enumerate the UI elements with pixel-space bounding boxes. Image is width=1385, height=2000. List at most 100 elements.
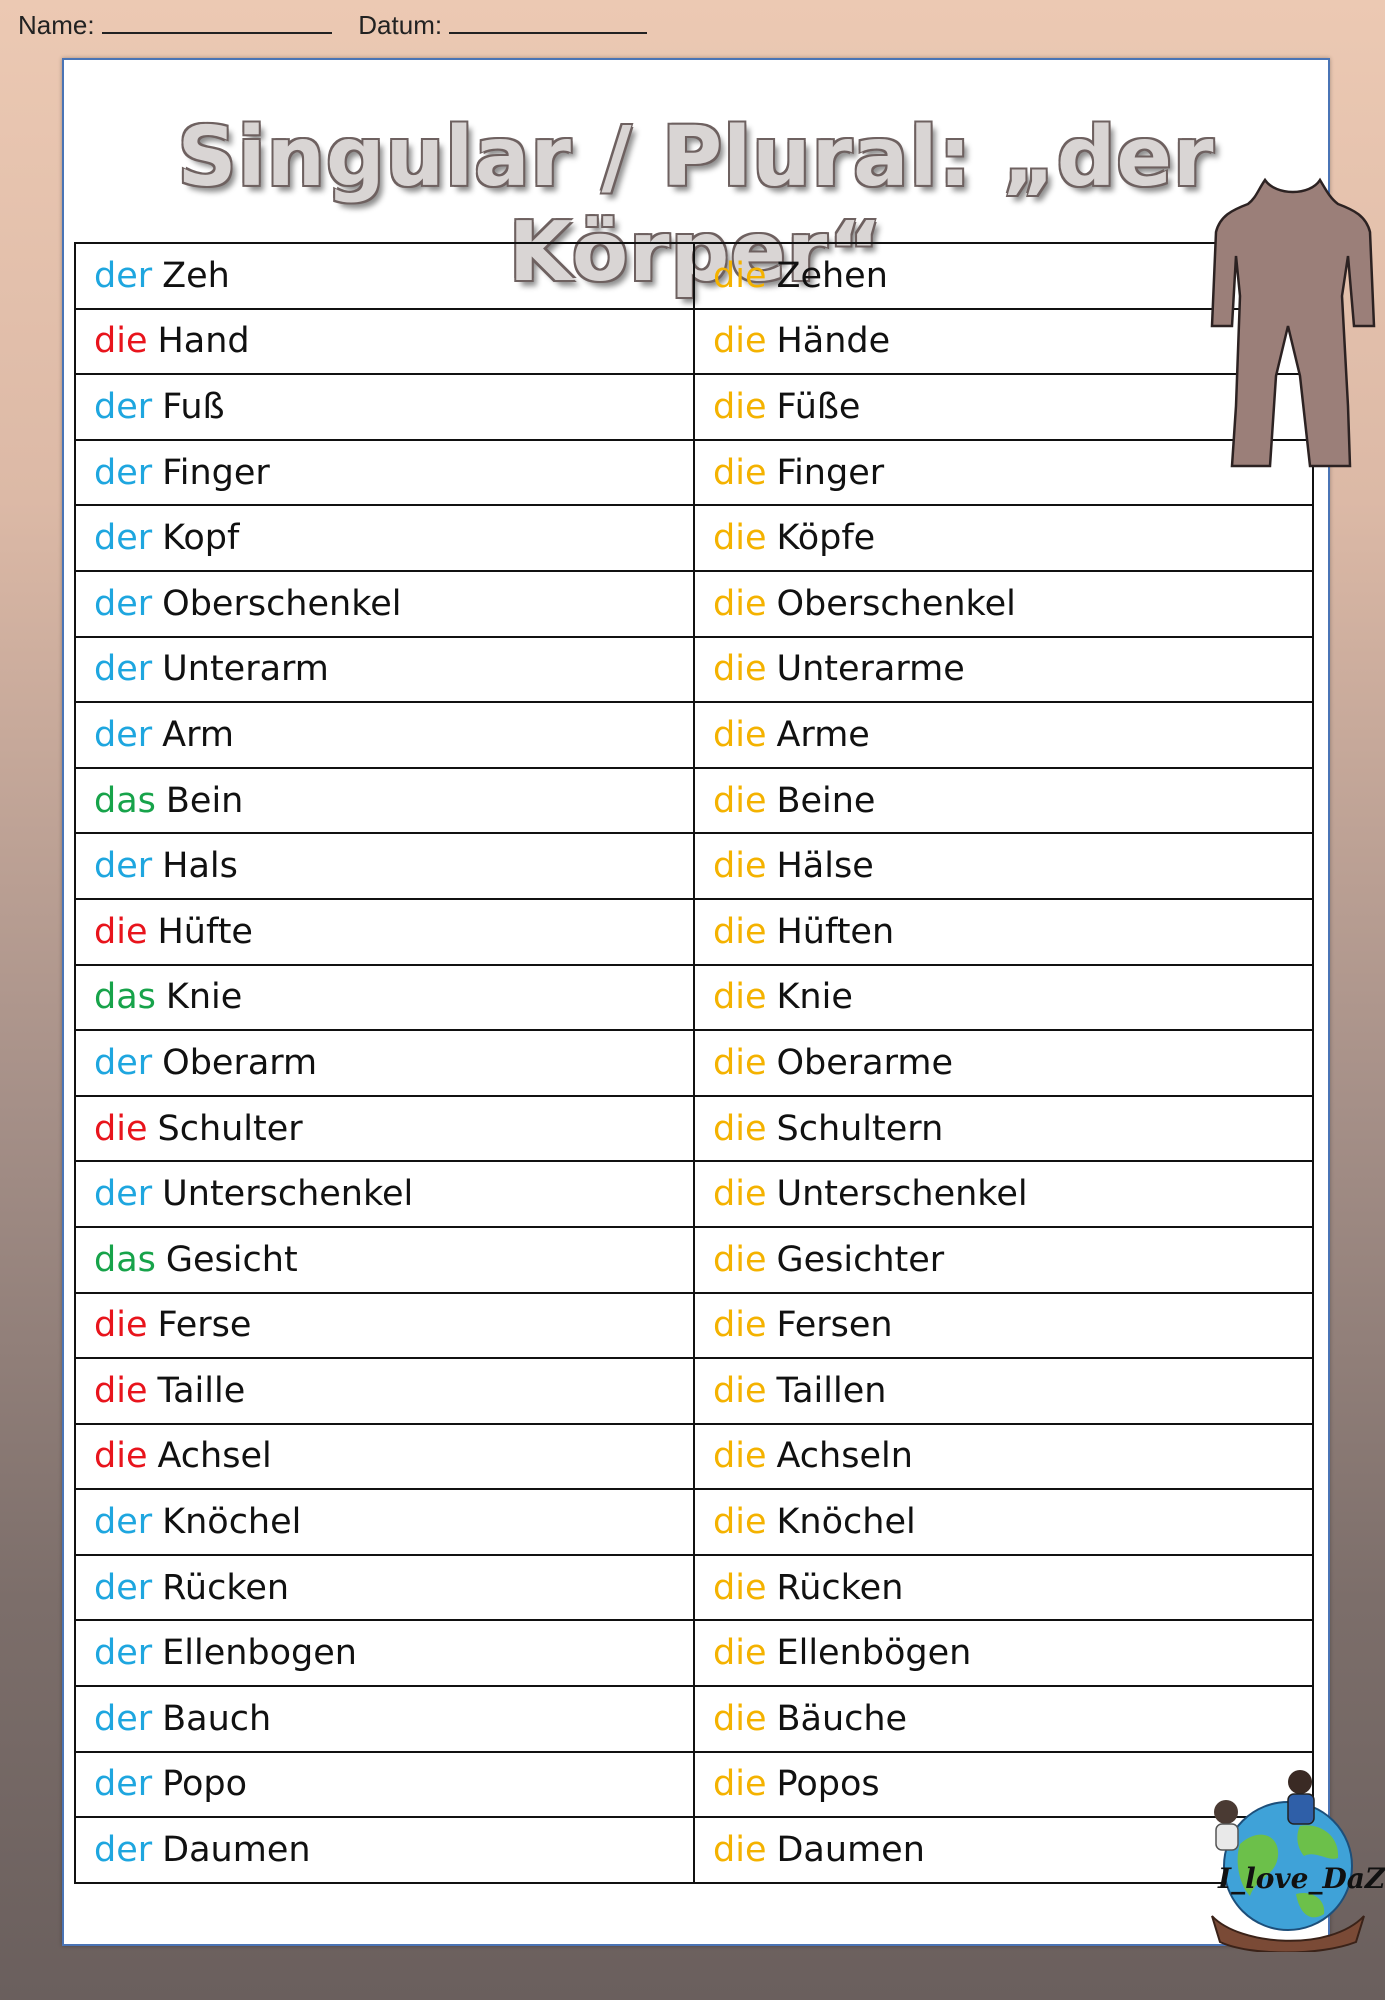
plural-noun: Unterarme <box>776 649 965 690</box>
plural-cell: die Unterarme <box>693 635 1314 704</box>
table-row: die Schulter die Schultern <box>74 1094 1314 1163</box>
plural-noun: Hüften <box>776 911 895 952</box>
singular-article: der <box>94 1633 153 1674</box>
singular-article: die <box>94 1370 148 1411</box>
plural-cell: die Unterschenkel <box>693 1160 1314 1228</box>
singular-article: der <box>94 1174 153 1215</box>
plural-noun: Hälse <box>776 846 874 887</box>
singular-cell: der Hals <box>74 832 695 900</box>
singular-cell: der Oberarm <box>74 1029 695 1097</box>
plural-cell: die Rücken <box>693 1553 1314 1622</box>
plural-cell: die Oberarme <box>693 1029 1314 1097</box>
singular-article: der <box>94 1502 153 1543</box>
singular-article: die <box>94 1108 148 1149</box>
singular-cell: das Gesicht <box>74 1225 695 1294</box>
singular-article: der <box>94 452 153 493</box>
singular-article: der <box>94 714 153 755</box>
singular-noun: Oberarm <box>162 1042 318 1083</box>
plural-article: die <box>713 714 767 755</box>
plural-cell: die Bäuche <box>693 1685 1314 1753</box>
plural-article: die <box>713 1830 767 1871</box>
plural-article: die <box>713 1502 767 1543</box>
plural-noun: Finger <box>776 452 885 493</box>
plural-article: die <box>713 649 767 690</box>
plural-article: die <box>713 1108 767 1149</box>
table-row: der Unterarm die Unterarme <box>74 635 1314 704</box>
plural-article: die <box>713 911 767 952</box>
plural-cell: die Beine <box>693 766 1314 835</box>
plural-noun: Fersen <box>776 1305 893 1346</box>
plural-cell: die Fersen <box>693 1291 1314 1360</box>
plural-cell: die Arme <box>693 701 1314 769</box>
logo-text: I_love_DaZ <box>1218 1862 1385 1895</box>
singular-noun: Hand <box>157 321 250 362</box>
singular-cell: der Unterarm <box>74 635 695 704</box>
singular-cell: der Fuß <box>74 373 695 441</box>
plural-cell: die Knie <box>693 963 1314 1032</box>
table-row: der Kopf die Köpfe <box>74 504 1314 572</box>
singular-noun: Unterarm <box>162 649 329 690</box>
singular-cell: die Taille <box>74 1357 695 1425</box>
plural-noun: Taillen <box>776 1370 887 1411</box>
singular-article: die <box>94 911 148 952</box>
plural-noun: Oberarme <box>776 1042 954 1083</box>
table-row: der Rücken die Rücken <box>74 1553 1314 1622</box>
table-row: der Knöchel die Knöchel <box>74 1488 1314 1556</box>
plural-article: die <box>713 1370 767 1411</box>
plural-article: die <box>713 255 767 296</box>
plural-noun: Knöchel <box>776 1502 916 1543</box>
singular-noun: Kopf <box>162 518 240 559</box>
singular-cell: der Rücken <box>74 1553 695 1622</box>
singular-cell: der Kopf <box>74 504 695 572</box>
plural-article: die <box>713 1567 767 1608</box>
singular-cell: der Daumen <box>74 1816 695 1884</box>
singular-cell: der Unterschenkel <box>74 1160 695 1228</box>
singular-noun: Zeh <box>162 255 230 296</box>
singular-cell: der Knöchel <box>74 1488 695 1556</box>
name-blank[interactable] <box>101 10 332 34</box>
plural-noun: Popos <box>776 1764 880 1805</box>
plural-noun: Gesichter <box>776 1239 945 1280</box>
singular-noun: Knie <box>165 977 243 1018</box>
table-row: der Finger die Finger <box>74 438 1314 507</box>
table-row: der Popo die Popos <box>74 1750 1314 1819</box>
singular-article: der <box>94 1764 153 1805</box>
singular-cell: das Knie <box>74 963 695 1032</box>
plural-noun: Knie <box>776 977 853 1018</box>
singular-article: die <box>94 1436 148 1477</box>
table-row: das Knie die Knie <box>74 963 1314 1032</box>
plural-article: die <box>713 321 767 362</box>
table-row: der Daumen die Daumen <box>74 1816 1314 1884</box>
plural-article: die <box>713 518 767 559</box>
plural-article: die <box>713 1698 767 1739</box>
plural-article: die <box>713 780 767 821</box>
table-row: der Oberschenkel die Oberschenkel <box>74 569 1314 638</box>
plural-article: die <box>713 1174 767 1215</box>
table-row: der Zeh die Zehen <box>74 242 1314 310</box>
singular-article: der <box>94 1042 153 1083</box>
singular-cell: der Zeh <box>74 242 695 310</box>
plural-cell: die Gesichter <box>693 1225 1314 1294</box>
singular-noun: Achsel <box>157 1436 272 1477</box>
plural-cell: die Ellenbögen <box>693 1619 1314 1688</box>
table-row: die Ferse die Fersen <box>74 1291 1314 1360</box>
word-table: der Zeh die Zehen die Hand die Hände der Fuß die Fü… <box>74 242 1314 1884</box>
singular-noun: Bein <box>165 780 244 821</box>
date-label: Datum: <box>358 10 443 40</box>
plural-noun: Schultern <box>776 1108 944 1149</box>
plural-noun: Hände <box>776 321 891 362</box>
plural-article: die <box>713 1042 767 1083</box>
date-blank[interactable] <box>449 10 648 34</box>
singular-cell: die Ferse <box>74 1291 695 1360</box>
plural-noun: Achseln <box>776 1436 913 1477</box>
singular-noun: Hals <box>162 846 238 887</box>
plural-cell: die Schultern <box>693 1094 1314 1163</box>
word-table-body: der Zeh die Zehen die Hand die Hände der Fuß die Fü… <box>74 242 1314 1884</box>
singular-article: das <box>94 780 156 821</box>
singular-article: der <box>94 649 153 690</box>
plural-article: die <box>713 1764 767 1805</box>
plural-cell: die Knöchel <box>693 1488 1314 1556</box>
singular-cell: die Hüfte <box>74 897 695 966</box>
singular-noun: Arm <box>162 714 234 755</box>
plural-noun: Zehen <box>776 255 888 296</box>
